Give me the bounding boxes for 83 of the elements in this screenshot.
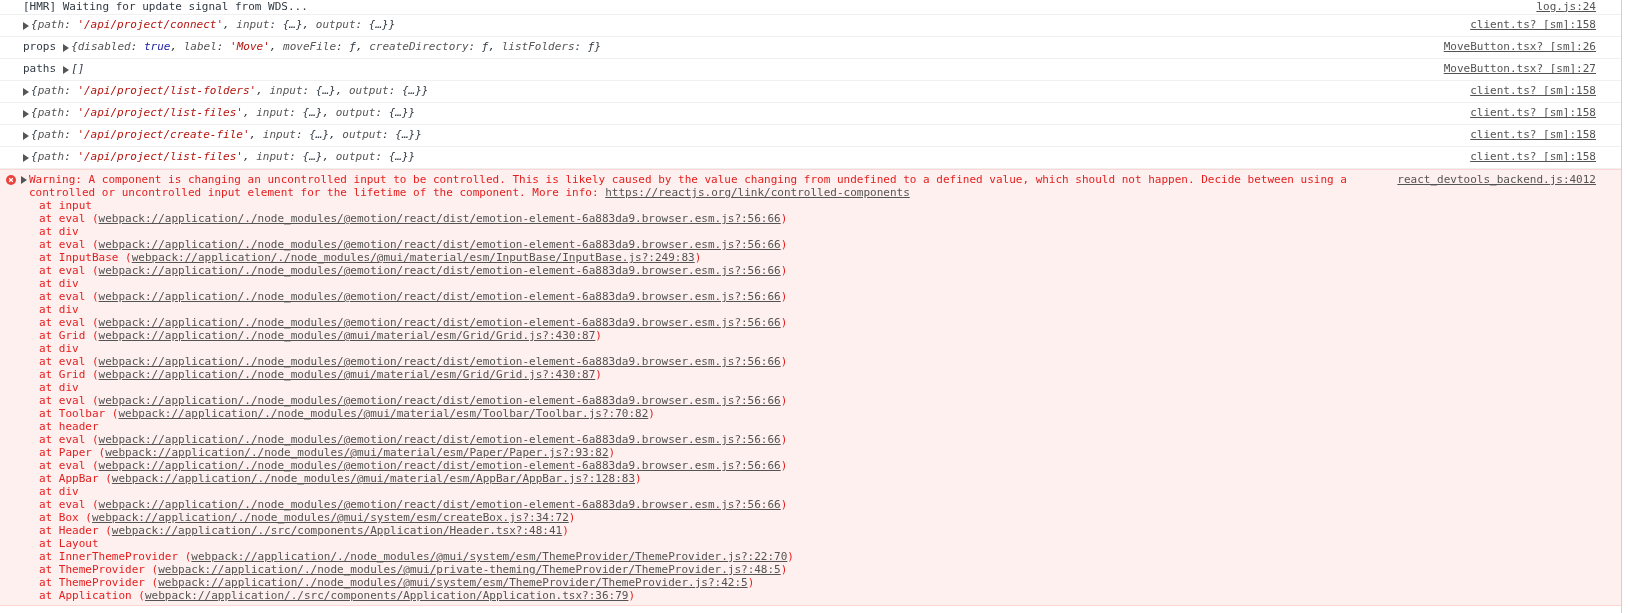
source-link[interactable]: webpack://application/./src/components/Application/Application.tsx?:36:79 [144, 589, 629, 602]
source-link[interactable]: webpack://application/./node_modules/@mui/material/esm/Toolbar/Toolbar.js?:70:82 [118, 407, 649, 420]
source-link[interactable]: client.ts? [sm]:158 [1470, 83, 1596, 100]
expand-triangle-icon[interactable] [63, 43, 70, 52]
stack-frame: at eval (webpack://application/./node_modules/@emotion/react/dist/emotion-element-6a883da9.browser.esm.js?:56:66) [21, 355, 1382, 368]
source-link[interactable]: webpack://application/./node_modules/@mui/material/esm/Grid/Grid.js?:430:87 [98, 329, 596, 342]
stack-frame: at Paper (webpack://application/./node_modules/@mui/material/esm/Paper/Paper.js?:93:82) [21, 446, 1382, 459]
object-preview: [] [71, 61, 85, 78]
source-link[interactable]: client.ts? [sm]:158 [1470, 127, 1596, 144]
stack-frame: at eval (webpack://application/./node_modules/@emotion/react/dist/emotion-element-6a883da9.browser.esm.js?:56:66) [21, 394, 1382, 407]
stack-frame: at div [21, 303, 1382, 316]
stack-frame: at div [21, 277, 1382, 290]
stack-frame: at Application (webpack://application/./src/components/Application/Application.tsx?:36:79) [21, 589, 1382, 602]
stack-frame: at header [21, 420, 1382, 433]
source-link[interactable]: client.ts? [sm]:158 [1470, 17, 1596, 34]
source-link[interactable]: webpack://application/./node_modules/@mui/private-theming/ThemeProvider/ThemeProvider.js?:48:5 [158, 563, 781, 576]
source-link[interactable]: webpack://application/./node_modules/@mui/material/esm/Grid/Grid.js?:430:87 [98, 368, 596, 381]
stack-frame: at div [21, 485, 1382, 498]
stack-frame: at eval (webpack://application/./node_modules/@emotion/react/dist/emotion-element-6a883da9.browser.esm.js?:56:66) [21, 290, 1382, 303]
log-message: [HMR] Waiting for update signal from WDS... [23, 0, 309, 15]
stack-frame: at Grid (webpack://application/./node_modules/@mui/material/esm/Grid/Grid.js?:430:87) [21, 368, 1382, 381]
source-link[interactable]: webpack://application/./node_modules/@emotion/react/dist/emotion-element-6a883da9.browser.esm.js?:56:66 [98, 264, 781, 277]
source-link[interactable]: webpack://application/./node_modules/@emotion/react/dist/emotion-element-6a883da9.browser.esm.js?:56:66 [98, 290, 781, 303]
stack-frame: at eval (webpack://application/./node_modules/@emotion/react/dist/emotion-element-6a883da9.browser.esm.js?:56:66) [21, 212, 1382, 225]
source-link[interactable]: webpack://application/./node_modules/@mui/system/esm/ThemeProvider/ThemeProvider.js?:22:70 [191, 550, 788, 563]
source-link[interactable]: log.js:24 [1536, 0, 1596, 16]
stack-frame: at Box (webpack://application/./node_modules/@mui/system/esm/createBox.js?:34:72) [21, 511, 1382, 524]
stack-frame: at eval (webpack://application/./node_modules/@emotion/react/dist/emotion-element-6a883da9.browser.esm.js?:56:66) [21, 238, 1382, 251]
stack-frame: at Header (webpack://application/./src/components/Application/Header.tsx?:48:41) [21, 524, 1382, 537]
stack-frame: at eval (webpack://application/./node_modules/@emotion/react/dist/emotion-element-6a883da9.browser.esm.js?:56:66) [21, 316, 1382, 329]
stack-frame: at eval (webpack://application/./node_modules/@emotion/react/dist/emotion-element-6a883da9.browser.esm.js?:56:66) [21, 498, 1382, 511]
stack-frame: at div [21, 342, 1382, 355]
source-link[interactable]: react_devtools_backend.js:4012 [1397, 173, 1596, 186]
stack-frame: at input [21, 199, 1382, 212]
expand-triangle-icon[interactable] [23, 87, 29, 96]
stack-frame: at div [21, 225, 1382, 238]
log-label: paths [23, 61, 57, 78]
error-message: Warning: A component is changing an uncontrolled input to be controlled. This is likely caused by the value changing from undefined to a defined value, which should not happen. Decide between using a controlled or uncontrolled input element for the lifetime of the component. More info: https://reactjs.org/link/controlled-components [29, 173, 1348, 199]
stack-frame: at eval (webpack://application/./node_modules/@emotion/react/dist/emotion-element-6a883da9.browser.esm.js?:56:66) [21, 433, 1382, 446]
source-link[interactable]: webpack://application/./node_modules/@mui/material/esm/InputBase/InputBase.js?:249:83 [131, 251, 695, 264]
object-preview: {disabled: true, label: 'Move', moveFile: ƒ, createDirectory: ƒ, listFolders: ƒ} [71, 39, 602, 56]
stack-frame: at Toolbar (webpack://application/./node_modules/@mui/material/esm/Toolbar/Toolbar.js?:70:82) [21, 407, 1382, 420]
object-preview: {path: '/api/project/list-files', input: {…}, output: {…}} [31, 105, 416, 122]
expand-triangle-icon[interactable] [21, 176, 27, 184]
source-link[interactable]: webpack://application/./node_modules/@emotion/react/dist/emotion-element-6a883da9.browser.esm.js?:56:66 [98, 394, 781, 407]
source-link[interactable]: webpack://application/./node_modules/@mui/system/esm/ThemeProvider/ThemeProvider.js?:42:5 [158, 576, 748, 589]
source-link[interactable]: client.ts? [sm]:158 [1470, 149, 1596, 166]
expand-triangle-icon[interactable] [63, 65, 70, 74]
stack-frame: at div [21, 381, 1382, 394]
expand-triangle-icon[interactable] [23, 131, 29, 140]
source-link[interactable]: webpack://application/./node_modules/@mui/material/esm/AppBar/AppBar.js?:128:83 [111, 472, 636, 485]
stack-frame: at ThemeProvider (webpack://application/./node_modules/@mui/private-theming/ThemeProvider/ThemeProvider.js?:48:5) [21, 563, 1382, 576]
source-link[interactable]: webpack://application/./node_modules/@emotion/react/dist/emotion-element-6a883da9.browser.esm.js?:56:66 [98, 355, 781, 368]
source-link[interactable]: webpack://application/./src/components/Application/Header.tsx?:48:41 [111, 524, 563, 537]
link[interactable]: https://reactjs.org/link/controlled-components [605, 186, 910, 199]
stack-frame: at eval (webpack://application/./node_modules/@emotion/react/dist/emotion-element-6a883da9.browser.esm.js?:56:66) [21, 264, 1382, 277]
expand-triangle-icon[interactable] [23, 21, 29, 30]
source-link[interactable]: webpack://application/./node_modules/@mui/system/esm/createBox.js?:34:72 [92, 511, 569, 524]
source-link[interactable]: MoveButton.tsx? [sm]:26 [1443, 39, 1596, 56]
source-link[interactable]: MoveButton.tsx? [sm]:27 [1443, 61, 1596, 78]
stack-frame: at Layout [21, 537, 1382, 550]
source-link[interactable]: client.ts? [sm]:158 [1470, 105, 1596, 122]
object-preview: {path: '/api/project/connect', input: {…}, output: {…}} [31, 17, 396, 34]
source-link[interactable]: webpack://application/./node_modules/@emotion/react/dist/emotion-element-6a883da9.browser.esm.js?:56:66 [98, 498, 781, 511]
source-link[interactable]: webpack://application/./node_modules/@mui/material/esm/Paper/Paper.js?:93:82 [105, 446, 609, 459]
stack-frame: at AppBar (webpack://application/./node_modules/@mui/material/esm/AppBar/AppBar.js?:128:83) [21, 472, 1382, 485]
source-link[interactable]: webpack://application/./node_modules/@emotion/react/dist/emotion-element-6a883da9.browser.esm.js?:56:66 [98, 238, 781, 251]
source-link[interactable]: webpack://application/./node_modules/@emotion/react/dist/emotion-element-6a883da9.browser.esm.js?:56:66 [98, 433, 781, 446]
stack-frame: at Grid (webpack://application/./node_modules/@mui/material/esm/Grid/Grid.js?:430:87) [21, 329, 1382, 342]
object-preview: {path: '/api/project/create-file', input: {…}, output: {…}} [31, 127, 422, 144]
expand-triangle-icon[interactable] [23, 153, 29, 162]
stack-frame: at eval (webpack://application/./node_modules/@emotion/react/dist/emotion-element-6a883da9.browser.esm.js?:56:66) [21, 459, 1382, 472]
object-preview: {path: '/api/project/list-folders', input: {…}, output: {…}} [31, 83, 429, 100]
error-icon [6, 175, 16, 185]
expand-triangle-icon[interactable] [23, 109, 29, 118]
source-link[interactable]: webpack://application/./node_modules/@emotion/react/dist/emotion-element-6a883da9.browser.esm.js?:56:66 [98, 459, 781, 472]
stack-frame: at InnerThemeProvider (webpack://application/./node_modules/@mui/system/esm/ThemeProvider/ThemeProvider.js?:22:70) [21, 550, 1382, 563]
source-link[interactable]: webpack://application/./node_modules/@emotion/react/dist/emotion-element-6a883da9.browser.esm.js?:56:66 [98, 316, 781, 329]
source-link[interactable]: webpack://application/./node_modules/@emotion/react/dist/emotion-element-6a883da9.browser.esm.js?:56:66 [98, 212, 781, 225]
log-label: props [23, 39, 57, 56]
stack-frame: at InputBase (webpack://application/./node_modules/@mui/material/esm/InputBase/InputBase.js?:249:83) [21, 251, 1382, 264]
object-preview: {path: '/api/project/list-files', input: {…}, output: {…}} [31, 149, 416, 166]
stack-frame: at ThemeProvider (webpack://application/./node_modules/@mui/system/esm/ThemeProvider/ThemeProvider.js?:42:5) [21, 576, 1382, 589]
